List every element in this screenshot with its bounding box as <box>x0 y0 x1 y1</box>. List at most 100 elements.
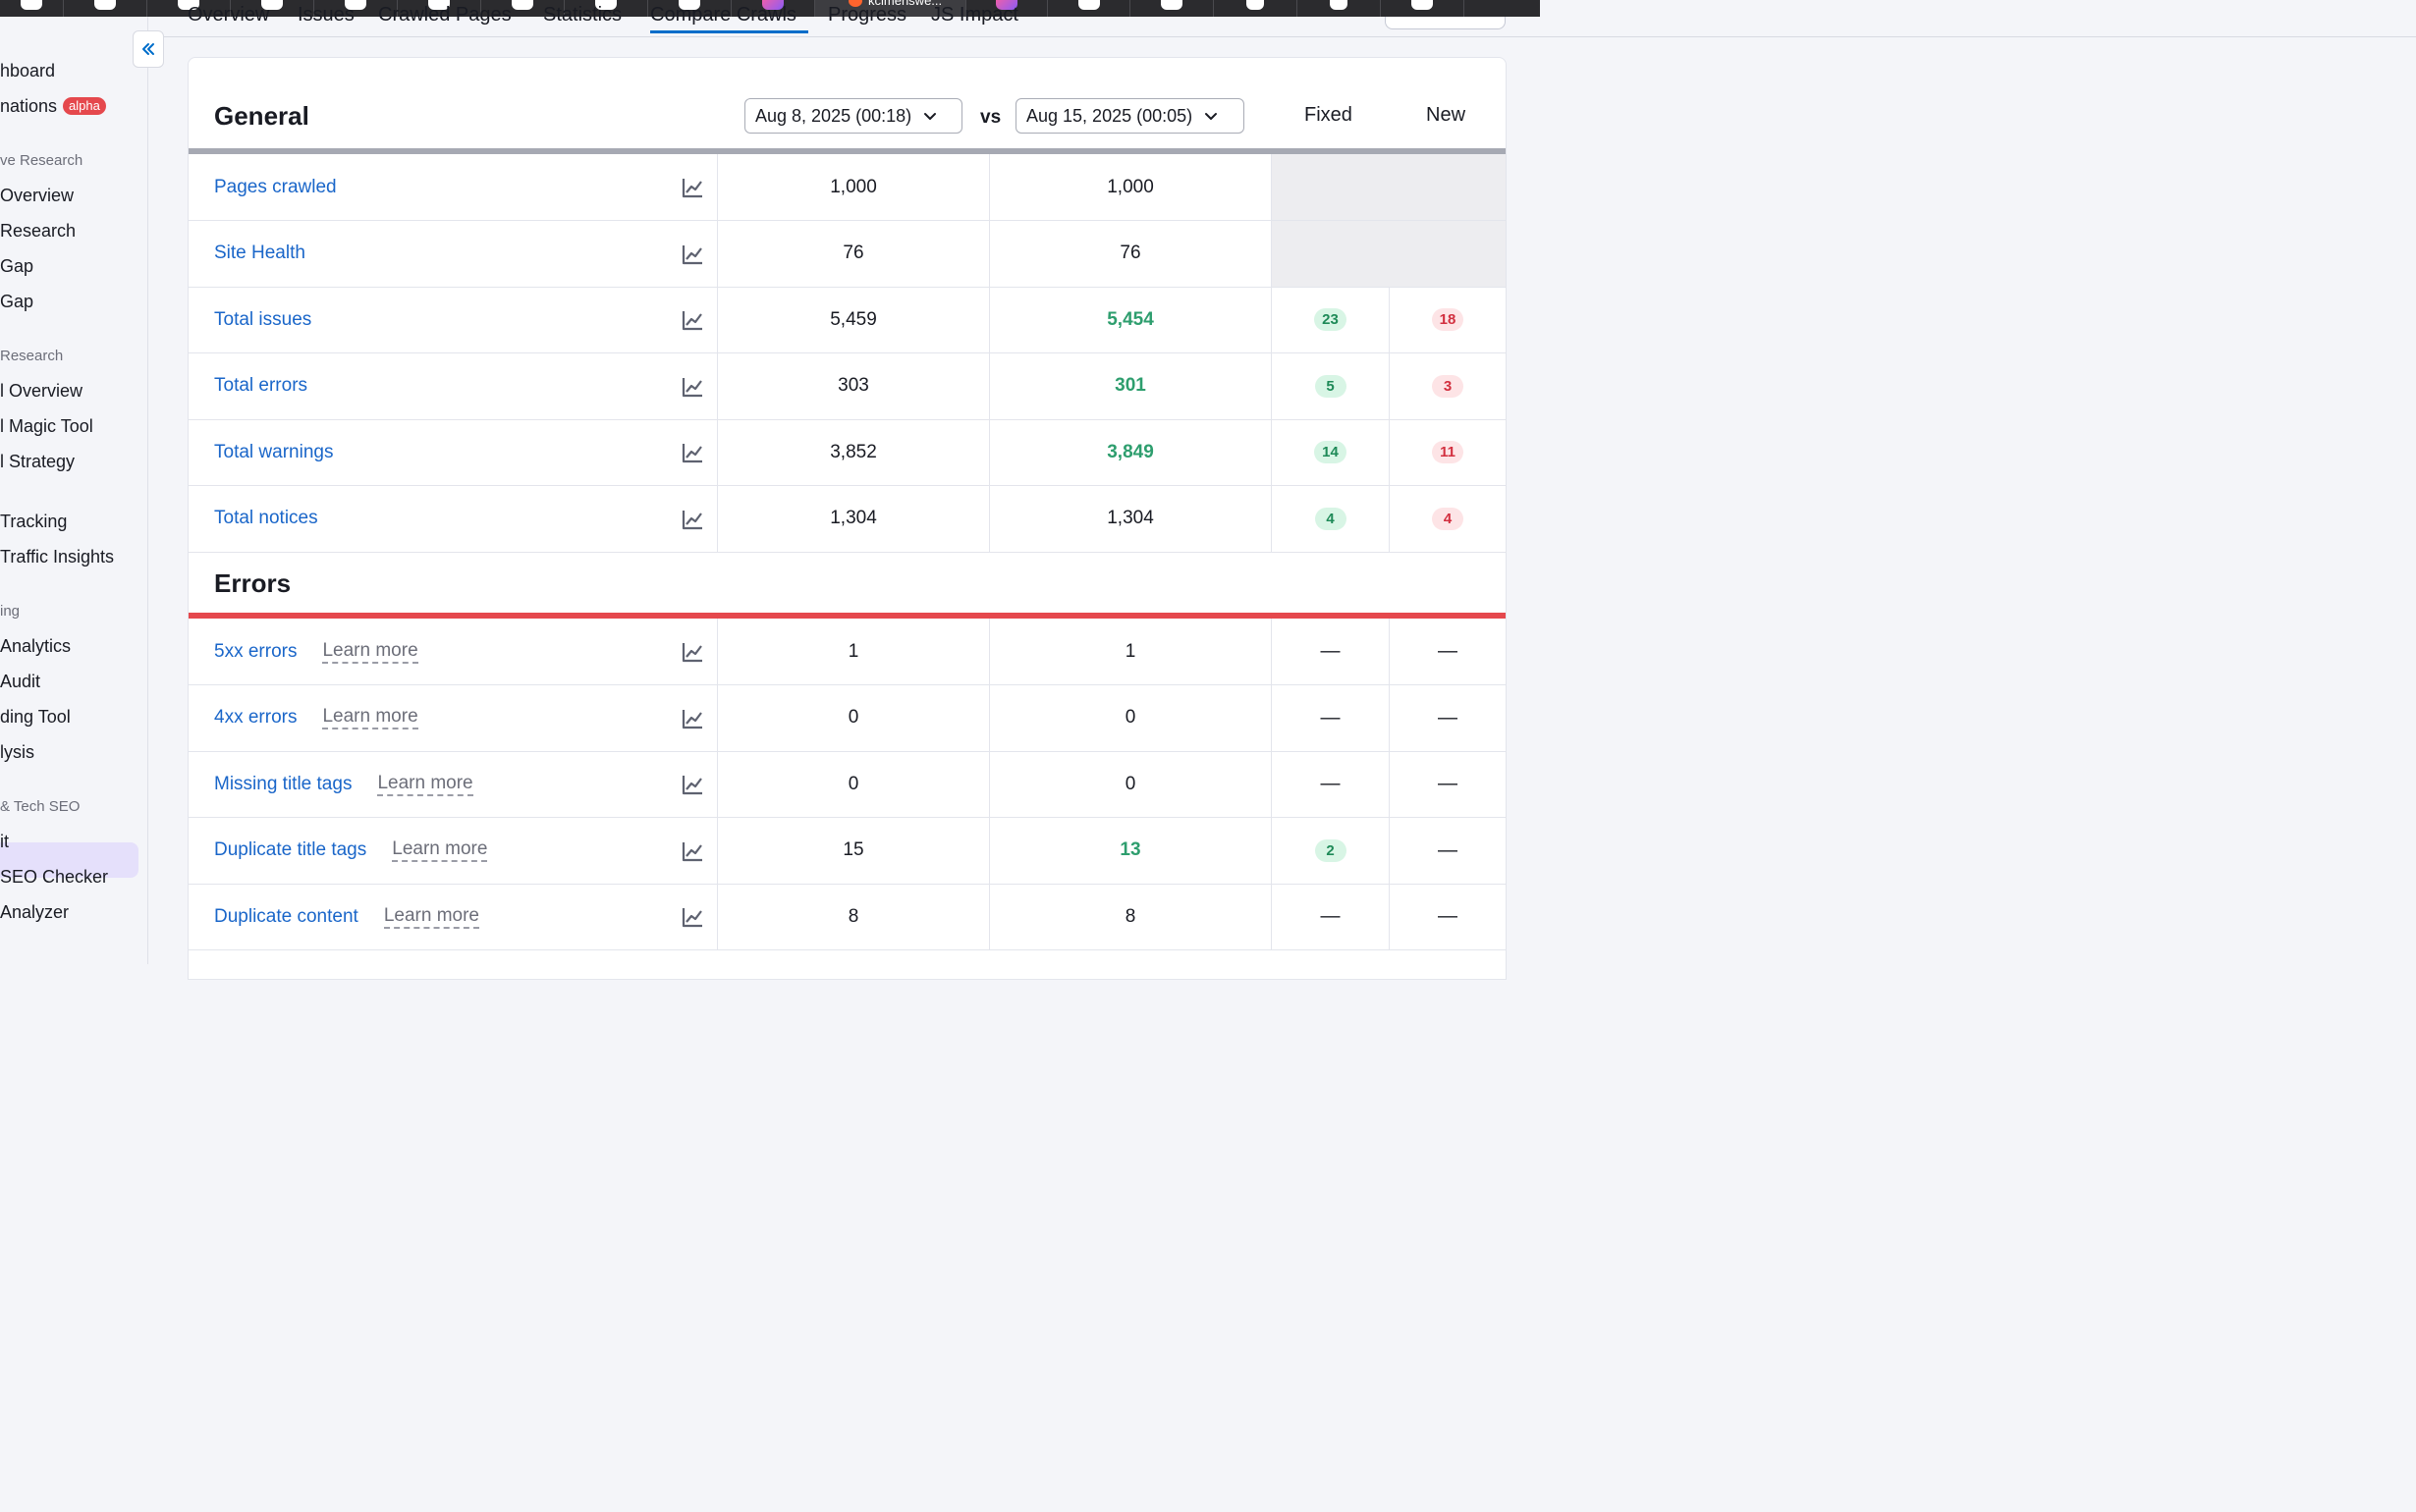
fixed-cell: 4 <box>1272 485 1390 552</box>
trend-chart-icon[interactable] <box>682 509 703 530</box>
sidebar-item[interactable]: lysis <box>0 742 34 763</box>
sidebar-item[interactable]: l Overview <box>0 381 82 402</box>
sidebar-item-label: l Strategy <box>0 452 76 471</box>
metric-link[interactable]: Total errors <box>214 375 307 397</box>
learn-more-link[interactable]: Learn more <box>383 905 479 929</box>
learn-more-link[interactable]: Learn more <box>377 773 473 796</box>
metric-cell: Total notices <box>189 485 718 552</box>
sidebar-item[interactable]: Traffic Insights <box>0 547 114 567</box>
learn-more-link[interactable]: Learn more <box>322 706 418 729</box>
crawl-2-value: 1,304 <box>990 485 1272 552</box>
tab-issues[interactable]: Issues <box>298 4 355 27</box>
crawl-1-value: 8 <box>718 884 990 949</box>
browser-tab[interactable] <box>1048 0 1130 17</box>
crawl-date-1-label: Aug 8, 2025 (00:18) <box>755 105 912 126</box>
browser-tab[interactable] <box>1297 0 1381 17</box>
new-count-badge[interactable]: 4 <box>1432 507 1463 530</box>
browser-tab[interactable] <box>1381 0 1464 17</box>
sidebar-item[interactable]: Research <box>0 221 76 242</box>
trend-chart-icon[interactable] <box>682 708 703 729</box>
trend-chart-icon[interactable] <box>682 840 703 862</box>
metric-link[interactable]: 5xx errors <box>214 641 297 663</box>
vs-label: vs <box>980 107 1002 128</box>
metric-cell: 4xx errors Learn more <box>189 684 718 751</box>
tab-statistics[interactable]: Statistics <box>543 4 622 27</box>
collapse-sidebar-button[interactable] <box>133 30 164 68</box>
fixed-cell <box>1272 220 1390 287</box>
metric-link[interactable]: 4xx errors <box>214 707 297 729</box>
metric-link[interactable]: Duplicate content <box>214 906 358 928</box>
tab-js-impact[interactable]: JS Impact <box>931 4 1018 27</box>
table-row: Duplicate content Learn more 8 8 — — <box>189 884 1506 950</box>
copilot-button[interactable] <box>1385 17 1506 29</box>
metric-link[interactable]: Site Health <box>214 243 305 264</box>
new-cell: 4 <box>1390 486 1506 552</box>
gmail-icon <box>1246 0 1264 10</box>
table-row: Site Health 76 76 <box>189 220 1506 288</box>
sidebar-item[interactable]: SEO Checker <box>0 867 108 888</box>
sidebar-item[interactable]: ding Tool <box>0 707 71 728</box>
sidebar-item[interactable]: Audit <box>0 672 40 692</box>
tab-compare-crawls[interactable]: Compare Crawls <box>650 4 796 27</box>
trend-chart-icon[interactable] <box>682 774 703 795</box>
empty-dash: — <box>1438 838 1457 861</box>
tab-progress[interactable]: Progress <box>828 4 906 27</box>
new-count-badge[interactable]: 11 <box>1432 441 1463 463</box>
fixed-count-badge[interactable]: 4 <box>1314 507 1346 530</box>
metric-link[interactable]: Total issues <box>214 309 311 331</box>
crawl-date-1-select[interactable]: Aug 8, 2025 (00:18) <box>744 98 962 134</box>
metric-link[interactable]: Total warnings <box>214 442 333 463</box>
trend-chart-icon[interactable] <box>682 906 703 928</box>
sidebar-item[interactable]: Gap <box>0 256 33 277</box>
tab-overview[interactable]: Overview <box>188 4 269 27</box>
metric-link[interactable]: Total notices <box>214 508 318 529</box>
tab-crawled-pages[interactable]: Crawled Pages <box>378 4 512 27</box>
table-row: Total notices 1,304 1,304 4 4 <box>189 485 1506 553</box>
sidebar-item-label: Traffic Insights <box>0 547 115 567</box>
trend-chart-icon[interactable] <box>682 376 703 398</box>
sidebar-item[interactable]: it <box>0 832 9 852</box>
crawl-date-2-select[interactable]: Aug 15, 2025 (00:05) <box>1016 98 1244 134</box>
browser-tab[interactable] <box>64 0 147 17</box>
g-icon <box>1077 0 1100 10</box>
fixed-count-badge[interactable]: 23 <box>1314 308 1346 331</box>
trend-chart-icon[interactable] <box>682 442 703 463</box>
sidebar-item[interactable]: Gap <box>0 292 33 312</box>
metric-link[interactable]: Pages crawled <box>214 177 337 198</box>
metric-cell: Duplicate title tags Learn more <box>189 817 718 884</box>
sidebar-item-label: Analyzer <box>0 902 70 922</box>
trend-chart-icon[interactable] <box>682 243 703 265</box>
new-count-badge[interactable]: 18 <box>1431 308 1464 331</box>
metric-link[interactable]: Missing title tags <box>214 774 352 795</box>
sidebar-item[interactable]: nations alpha <box>0 96 106 117</box>
browser-tab[interactable] <box>1130 0 1214 17</box>
sidebar-item[interactable]: Tracking <box>0 512 67 532</box>
browser-tab[interactable] <box>0 0 64 17</box>
sidebar-item[interactable]: Analytics <box>0 636 71 657</box>
sidebar-item[interactable]: l Magic Tool <box>0 416 93 437</box>
learn-more-link[interactable]: Learn more <box>392 838 488 862</box>
trend-chart-icon[interactable] <box>682 309 703 331</box>
browser-tab[interactable] <box>1214 0 1297 17</box>
fixed-count-badge[interactable]: 14 <box>1314 441 1346 463</box>
sidebar-item[interactable]: hboard <box>0 61 55 81</box>
sidebar-item-label: Analytics <box>0 636 72 656</box>
crawl-1-value: 1,304 <box>718 485 990 552</box>
sidebar-item[interactable]: l Strategy <box>0 452 75 472</box>
new-cell: — <box>1390 619 1506 684</box>
sidebar-item-label: lysis <box>0 742 34 762</box>
fixed-count-badge[interactable]: 2 <box>1314 838 1346 862</box>
sidebar: hboard nations alpha ve Research Overview Res… <box>0 17 148 964</box>
sidebar-item[interactable]: Overview <box>0 186 74 206</box>
metric-cell: Duplicate content Learn more <box>189 884 718 949</box>
sidebar-item-label: Gap <box>0 256 34 276</box>
fixed-count-badge[interactable]: 5 <box>1314 374 1346 398</box>
crawl-date-2-label: Aug 15, 2025 (00:05) <box>1026 105 1193 126</box>
learn-more-link[interactable]: Learn more <box>322 640 418 664</box>
sidebar-item[interactable]: Analyzer <box>0 902 69 923</box>
new-count-badge[interactable]: 3 <box>1432 374 1463 398</box>
metric-link[interactable]: Duplicate title tags <box>214 839 366 861</box>
trend-chart-icon[interactable] <box>682 641 703 663</box>
trend-chart-icon[interactable] <box>682 177 703 198</box>
double-chevron-left-icon <box>142 43 154 55</box>
